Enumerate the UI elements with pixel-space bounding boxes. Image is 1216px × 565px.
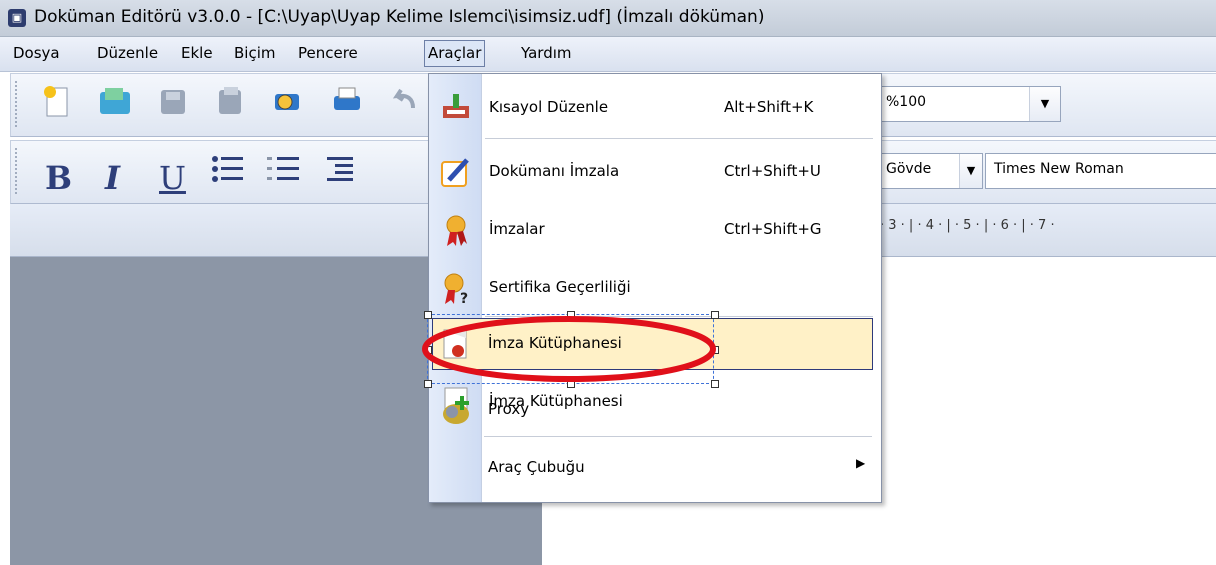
zoom-value: %100	[886, 94, 927, 110]
menu-item-imzalar[interactable]: İmzalar Ctrl+Shift+G	[429, 204, 881, 256]
menu-item-label: Kısayol Düzenle	[489, 98, 609, 116]
print-button[interactable]	[329, 84, 365, 120]
numbered-list-icon	[267, 157, 299, 180]
app-icon: ▣	[8, 9, 26, 27]
print-preview-button[interactable]	[269, 84, 305, 120]
save-all-icon	[219, 87, 241, 114]
menu-yardim[interactable]: Yardım	[518, 44, 575, 62]
font-combo[interactable]: Times New Roman	[985, 153, 1216, 189]
menu-item-arac-cubugu[interactable]: Araç Çubuğu ▶	[428, 442, 880, 494]
open-folder-icon	[100, 88, 130, 114]
italic-icon: I	[105, 159, 120, 197]
svg-text:?: ?	[460, 291, 468, 304]
bold-button[interactable]: B	[37, 151, 73, 197]
bold-icon: B	[45, 159, 73, 197]
new-document-icon	[44, 86, 68, 117]
horizontal-ruler[interactable]: · 3 · | · 4 · | · 5 · | · 6 · | · 7 ·	[876, 206, 1216, 254]
title-bar: ▣ Doküman Editörü v3.0.0 - [C:\Uyap\Uyap…	[0, 0, 1216, 37]
menu-dosya[interactable]: Dosya	[10, 44, 63, 62]
indent-button[interactable]	[323, 151, 359, 187]
underline-button[interactable]: U	[151, 151, 187, 197]
menu-item-kisayol-duzenle[interactable]: Kısayol Düzenle Alt+Shift+K	[429, 82, 881, 134]
menu-item-label: Dokümanı İmzala	[489, 162, 620, 180]
menu-bicim[interactable]: Biçim	[231, 44, 278, 62]
menu-bar: Dosya Düzenle Ekle Biçim Pencere Araçlar…	[0, 37, 1216, 72]
print-preview-icon	[275, 94, 299, 110]
style-combo[interactable]: Gövde ▼	[877, 153, 983, 189]
toolbar-grip[interactable]	[14, 80, 18, 128]
araclar-dropdown-menu: Kısayol Düzenle Alt+Shift+K Dokümanı İmz…	[428, 73, 882, 503]
menu-duzenle[interactable]: Düzenle	[94, 44, 161, 62]
menu-pencere[interactable]: Pencere	[295, 44, 361, 62]
menu-item-label: Proxy	[488, 400, 530, 418]
menu-item-shortcut: Ctrl+Shift+G	[724, 220, 822, 238]
open-document-button[interactable]	[97, 84, 133, 120]
menu-item-dokumani-imzala[interactable]: Dokümanı İmzala Ctrl+Shift+U	[429, 146, 881, 198]
sign-document-icon	[441, 158, 469, 187]
font-value: Times New Roman	[994, 161, 1124, 177]
undo-arrow-icon	[392, 88, 415, 109]
certificate-validity-icon: ?	[444, 273, 468, 304]
menu-item-label: İmzalar	[489, 220, 545, 238]
submenu-arrow-icon: ▶	[856, 456, 866, 470]
proxy-icon	[443, 396, 469, 424]
underline-icon: U	[159, 159, 186, 197]
style-value: Gövde	[886, 161, 932, 177]
shortcut-edit-icon	[443, 94, 469, 118]
red-highlight-ellipse	[422, 316, 716, 382]
save-all-button[interactable]	[213, 84, 249, 120]
menu-separator	[484, 436, 872, 437]
signatures-ribbon-icon	[446, 215, 467, 246]
ruler-ticks: · 3 · | · 4 · | · 5 · | · 6 · | · 7 ·	[880, 218, 1055, 233]
save-disk-icon	[161, 90, 185, 114]
menu-item-shortcut: Ctrl+Shift+U	[724, 162, 821, 180]
italic-button[interactable]: I	[95, 151, 131, 197]
zoom-combo[interactable]: %100 ▼	[877, 86, 1061, 122]
toolbar-grip[interactable]	[14, 147, 18, 195]
chevron-down-icon[interactable]: ▼	[1029, 87, 1060, 121]
bullet-list-button[interactable]	[209, 151, 245, 187]
menu-araclar[interactable]: Araçlar	[424, 40, 486, 67]
menu-item-shortcut: Alt+Shift+K	[724, 98, 814, 116]
indent-icon	[327, 157, 353, 181]
numbered-list-button[interactable]	[265, 151, 301, 187]
new-document-button[interactable]	[39, 84, 75, 120]
menu-item-label: Sertifika Geçerliliği	[489, 278, 631, 296]
save-button[interactable]	[155, 84, 191, 120]
menu-ekle[interactable]: Ekle	[178, 44, 216, 62]
menu-separator	[485, 138, 873, 139]
bullet-list-icon	[212, 156, 243, 182]
chevron-down-icon[interactable]: ▼	[959, 154, 982, 188]
window-title: Doküman Editörü v3.0.0 - [C:\Uyap\Uyap K…	[34, 7, 765, 27]
undo-button[interactable]	[387, 84, 423, 120]
printer-icon	[334, 87, 360, 110]
menu-item-label: Araç Çubuğu	[488, 458, 585, 476]
